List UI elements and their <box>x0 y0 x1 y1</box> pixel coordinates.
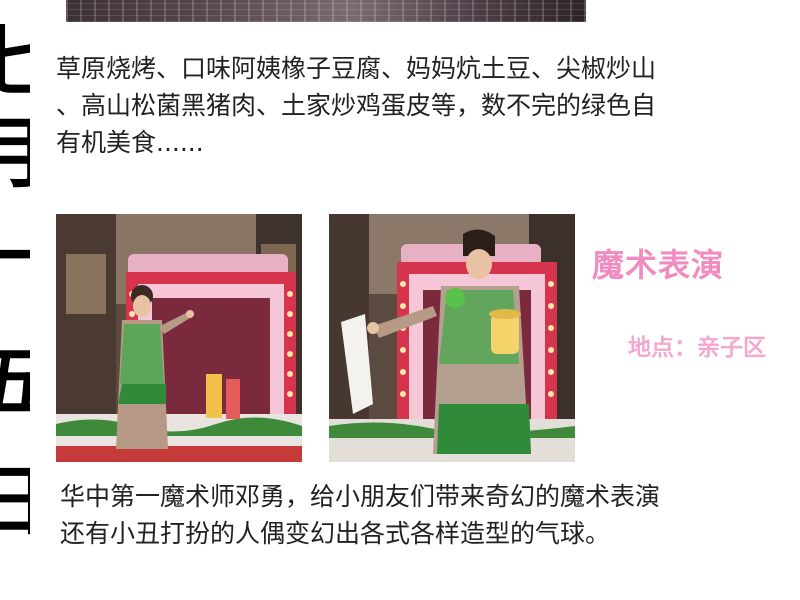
magic-description: 华中第一魔术师邓勇，给小朋友们带来奇幻的魔术表演 还有小丑打扮的人偶变幻出各式各… <box>56 478 800 558</box>
magic-show-photo-2 <box>329 214 575 462</box>
side-title-char: 五 <box>0 344 30 420</box>
side-title-char: 月 <box>0 116 30 192</box>
food-description: 草原烧烤、口味阿姨橡子豆腐、妈妈炕土豆、尖椒炒山 、高山松菌黑猪肉、土家炒鸡蛋皮… <box>56 50 800 165</box>
vertical-date-title: 七 月 一 五 日 <box>0 24 30 584</box>
food-description-line: 、高山松菌黑猪肉、土家炒鸡蛋皮等，数不完的绿色自 <box>56 91 657 120</box>
food-description-line: 草原烧烤、口味阿姨橡子豆腐、妈妈炕土豆、尖椒炒山 <box>56 54 657 83</box>
side-title-char: 日 <box>0 464 30 540</box>
magic-show-photo-1 <box>56 214 302 462</box>
magic-show-title: 魔术表演 <box>592 246 725 284</box>
grill-grate-texture <box>66 0 586 22</box>
top-food-photo <box>66 0 586 22</box>
magic-show-venue: 地点：亲子区 <box>628 335 766 361</box>
side-title-char: 一 <box>0 220 30 296</box>
side-title-char: 七 <box>0 24 30 100</box>
magic-description-line: 华中第一魔术师邓勇，给小朋友们带来奇幻的魔术表演 <box>60 482 661 511</box>
magic-show-photo-2-illustration <box>329 214 575 462</box>
magic-show-photo-1-illustration <box>56 214 302 462</box>
food-description-line: 有机美食...... <box>56 128 204 157</box>
magic-description-line: 还有小丑打扮的人偶变幻出各式各样造型的气球。 <box>60 519 611 548</box>
